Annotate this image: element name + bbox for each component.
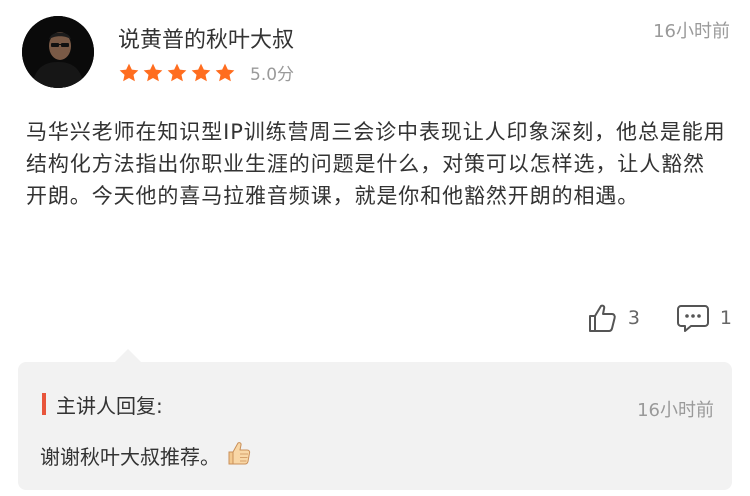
star-icon — [215, 63, 235, 81]
thumbs-up-icon — [586, 302, 618, 334]
reply-text: 谢谢秋叶大叔推荐。 — [40, 445, 220, 469]
reply-label: 主讲人回复: — [56, 394, 163, 418]
reply-timestamp: 16小时前 — [637, 400, 714, 421]
comment-actions: 3 1 — [586, 302, 732, 334]
thumbs-up-emoji-icon — [226, 440, 252, 471]
stars — [118, 62, 236, 84]
reply-text-row: 谢谢秋叶大叔推荐。 — [40, 440, 252, 471]
star-icon — [119, 63, 139, 81]
star-rating: 5.0分 — [118, 60, 294, 85]
comment-timestamp: 16小时前 — [653, 21, 730, 42]
like-button[interactable]: 3 — [586, 302, 640, 334]
like-count: 3 — [627, 307, 640, 329]
avatar-portrait — [22, 16, 94, 88]
review-text: 马华兴老师在知识型IP训练营周三会诊中表现让人印象深刻，他总是能用结构化方法指出… — [26, 120, 726, 208]
comment-count: 1 — [719, 307, 732, 329]
reply-button[interactable]: 1 — [676, 302, 732, 334]
comment-bubble-icon — [676, 302, 710, 334]
star-icon — [167, 63, 187, 81]
star-icon — [191, 63, 211, 81]
author-reply: 主讲人回复: 16小时前 谢谢秋叶大叔推荐。 — [18, 349, 732, 490]
avatar[interactable] — [22, 16, 94, 88]
rating-score: 5.0分 — [250, 65, 295, 85]
reply-accent-bar — [42, 393, 46, 415]
star-icon — [143, 63, 163, 81]
username[interactable]: 说黄普的秋叶大叔 — [118, 22, 294, 54]
